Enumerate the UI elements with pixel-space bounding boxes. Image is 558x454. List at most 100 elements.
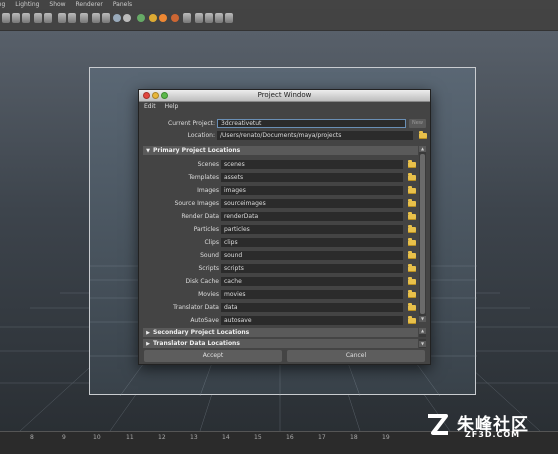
source-images-folder-icon[interactable] bbox=[408, 199, 416, 207]
field-chart-icon[interactable] bbox=[80, 13, 88, 23]
window-titlebar[interactable]: Project Window bbox=[139, 90, 430, 102]
grid-icon[interactable] bbox=[58, 13, 66, 23]
shade-wire-icon[interactable] bbox=[113, 14, 121, 22]
menu-item-lighting[interactable]: Lighting bbox=[15, 1, 39, 8]
accept-button[interactable]: Accept bbox=[144, 350, 282, 362]
row-label: AutoSave bbox=[190, 317, 219, 324]
scroll-down-icon[interactable]: ▼ bbox=[419, 316, 426, 322]
row-label: Clips bbox=[204, 239, 219, 246]
scroll-down-icon[interactable]: ▼ bbox=[419, 341, 426, 347]
scroll-up-icon[interactable]: ▲ bbox=[419, 146, 426, 152]
menu-item-show[interactable]: Show bbox=[49, 1, 65, 8]
location-field[interactable]: /Users/renato/Documents/maya/projects bbox=[217, 131, 413, 140]
collapse-arrow-icon: ▼ bbox=[146, 148, 150, 154]
camera-icon[interactable] bbox=[2, 13, 10, 23]
row-label: Movies bbox=[198, 291, 219, 298]
clips-folder-icon[interactable] bbox=[408, 238, 416, 246]
current-project-field[interactable]: 3dcreativetut bbox=[217, 119, 406, 128]
resolution-gate-icon[interactable] bbox=[68, 13, 76, 23]
wireframe-icon[interactable] bbox=[92, 13, 100, 23]
movies-field[interactable]: movies bbox=[221, 290, 403, 299]
menu-item-renderer[interactable]: Renderer bbox=[76, 1, 103, 8]
project-window: Project Window Edit Help Current Project:… bbox=[138, 89, 431, 365]
row-label: Sound bbox=[200, 252, 219, 259]
hardware-render-icon[interactable] bbox=[171, 14, 179, 22]
templates-folder-icon[interactable] bbox=[408, 173, 416, 181]
location-row-translator-data: Translator Data bbox=[139, 303, 219, 312]
sound-folder-icon[interactable] bbox=[408, 251, 416, 259]
primary-locations-title: Primary Project Locations bbox=[153, 147, 241, 154]
smooth-shade-icon[interactable] bbox=[102, 13, 110, 23]
camera-attr-icon[interactable] bbox=[12, 13, 20, 23]
lights-icon[interactable] bbox=[149, 14, 157, 22]
location-row: Location: bbox=[139, 131, 215, 140]
menu-help[interactable]: Help bbox=[165, 103, 179, 110]
scenes-field[interactable]: scenes bbox=[221, 160, 403, 169]
isolate-icon[interactable] bbox=[215, 13, 223, 23]
clips-field[interactable]: clips bbox=[221, 238, 403, 247]
xray-icon[interactable] bbox=[183, 13, 191, 23]
expand-arrow-icon: ▶ bbox=[146, 330, 150, 336]
location-row-scripts: Scripts bbox=[139, 264, 219, 273]
image-plane-icon[interactable] bbox=[34, 13, 42, 23]
locations-scrollbar[interactable]: ▲ ▼ bbox=[419, 146, 426, 322]
autosave-folder-icon[interactable] bbox=[408, 316, 416, 324]
scroll-thumb[interactable] bbox=[420, 154, 425, 314]
cancel-button[interactable]: Cancel bbox=[287, 350, 425, 362]
secondary-scroll[interactable]: ▲ bbox=[419, 328, 426, 337]
sound-field[interactable]: sound bbox=[221, 251, 403, 260]
default-material-icon[interactable] bbox=[123, 14, 131, 22]
templates-field[interactable]: assets bbox=[221, 173, 403, 182]
autosave-field[interactable]: autosave bbox=[221, 316, 403, 325]
secondary-locations-title: Secondary Project Locations bbox=[153, 329, 250, 336]
location-label: Location: bbox=[187, 132, 215, 139]
source-images-field[interactable]: sourceimages bbox=[221, 199, 403, 208]
menu-edit[interactable]: Edit bbox=[144, 103, 156, 110]
location-row-clips: Clips bbox=[139, 238, 219, 247]
scroll-up-icon[interactable]: ▲ bbox=[419, 328, 426, 334]
scripts-folder-icon[interactable] bbox=[408, 264, 416, 272]
render-data-field[interactable]: renderData bbox=[221, 212, 403, 221]
translator-locations-header[interactable]: ▶ Translator Data Locations bbox=[143, 339, 418, 348]
menu-item-panels[interactable]: Panels bbox=[113, 1, 132, 8]
film-gate-icon[interactable] bbox=[44, 13, 52, 23]
xray-components-icon[interactable] bbox=[205, 13, 213, 23]
translator-data-field[interactable]: data bbox=[221, 303, 403, 312]
primary-locations-header[interactable]: ▼ Primary Project Locations bbox=[143, 146, 418, 155]
location-row-source-images: Source Images bbox=[139, 199, 219, 208]
new-button[interactable]: New bbox=[409, 119, 426, 128]
translator-scroll[interactable]: ▼ bbox=[419, 339, 426, 348]
watermark: 朱峰社区 ZF3D.COM bbox=[425, 410, 558, 440]
expand-arrow-icon: ▶ bbox=[146, 341, 150, 347]
location-row-disk-cache: Disk Cache bbox=[139, 277, 219, 286]
disk-cache-field[interactable]: cache bbox=[221, 277, 403, 286]
scripts-field[interactable]: scripts bbox=[221, 264, 403, 273]
images-folder-icon[interactable] bbox=[408, 186, 416, 194]
xray-joints-icon[interactable] bbox=[195, 13, 203, 23]
movies-folder-icon[interactable] bbox=[408, 290, 416, 298]
translator-data-folder-icon[interactable] bbox=[408, 303, 416, 311]
location-folder-icon[interactable] bbox=[419, 131, 427, 139]
disk-cache-folder-icon[interactable] bbox=[408, 277, 416, 285]
particles-field[interactable]: particles bbox=[221, 225, 403, 234]
minimize-button[interactable] bbox=[152, 92, 159, 99]
symmetry-icon[interactable] bbox=[225, 13, 233, 23]
row-label: Render Data bbox=[181, 213, 219, 220]
timeline-tick: 17 bbox=[318, 434, 326, 441]
timeline-tick: 15 bbox=[254, 434, 262, 441]
location-row-scenes: Scenes bbox=[139, 160, 219, 169]
zf3d-logo-icon bbox=[428, 414, 448, 435]
menu-item-shading[interactable]: ing bbox=[0, 1, 5, 8]
textured-icon[interactable] bbox=[137, 14, 145, 22]
shadows-icon[interactable] bbox=[159, 14, 167, 22]
scenes-folder-icon[interactable] bbox=[408, 160, 416, 168]
bookmark-icon[interactable] bbox=[22, 13, 30, 23]
zoom-button[interactable] bbox=[161, 92, 168, 99]
timeline-tick: 11 bbox=[126, 434, 134, 441]
images-field[interactable]: images bbox=[221, 186, 403, 195]
particles-folder-icon[interactable] bbox=[408, 225, 416, 233]
secondary-locations-header[interactable]: ▶ Secondary Project Locations bbox=[143, 328, 418, 337]
close-button[interactable] bbox=[143, 92, 150, 99]
render-data-folder-icon[interactable] bbox=[408, 212, 416, 220]
location-row-render-data: Render Data bbox=[139, 212, 219, 221]
